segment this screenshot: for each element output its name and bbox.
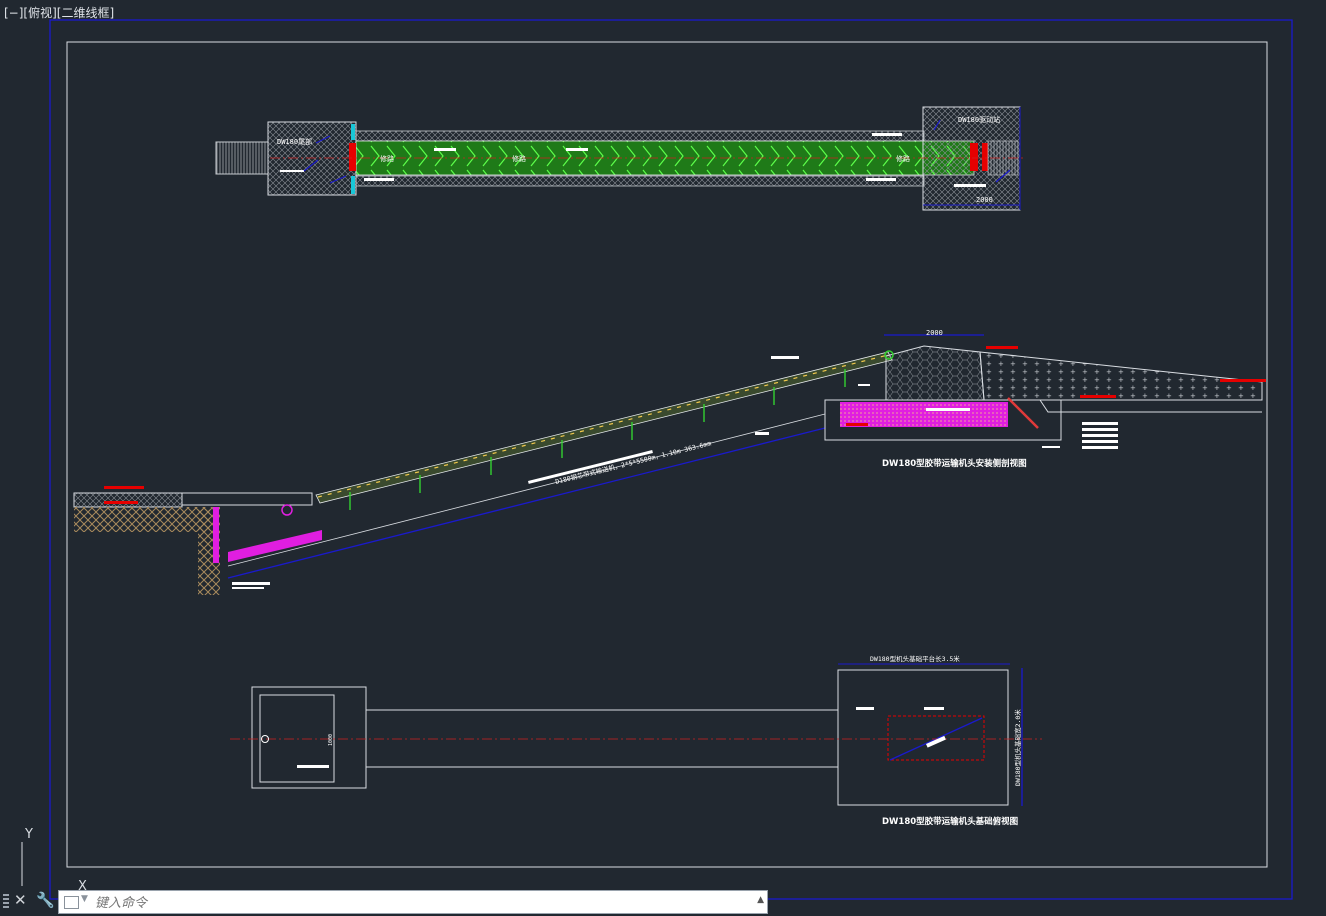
foundation-small-dim: 1000 — [328, 734, 334, 746]
soil-left — [74, 507, 210, 532]
magenta-pit — [213, 507, 219, 563]
walkway-label-1: 修路 — [380, 154, 394, 163]
command-bar-grip[interactable] — [3, 894, 9, 910]
ground-platform-left — [73, 492, 183, 508]
conveyor-belt — [355, 140, 975, 176]
tail-box — [181, 492, 313, 506]
cad-drawing-canvas[interactable]: + — [0, 0, 1326, 916]
foundation-side-note: DW180型机头基础宽2.0米 — [1013, 709, 1022, 786]
drainage-pipe — [1007, 397, 1039, 429]
foundation-plan: DW180型机头基础平台长3.5米 DW180型机头基础宽2.0米 1000 D… — [230, 654, 1042, 827]
close-icon[interactable]: ✕ — [14, 891, 27, 909]
slope-note-bar — [528, 450, 653, 484]
head-backfill — [979, 351, 1263, 401]
ground-right — [1008, 399, 1262, 413]
slope-underside — [227, 413, 826, 567]
ucs-icon: Y X — [21, 827, 87, 894]
head-structure — [885, 345, 985, 401]
command-input[interactable] — [93, 893, 727, 913]
command-input-box[interactable]: ▼ ▲ — [58, 890, 768, 914]
elevation-title: DW180型胶带运输机头安装侧剖视图 — [882, 458, 1027, 469]
foundation-title: DW180型胶带运输机头基础俯视图 — [882, 816, 1018, 827]
plan-dimension: 2000 — [976, 196, 993, 204]
head-foundation-outer — [837, 669, 1009, 806]
prompt-icon[interactable] — [64, 896, 79, 909]
ucs-y-label: Y — [24, 827, 33, 842]
tail-pit-outer — [251, 686, 367, 789]
frame-rail-top — [355, 130, 925, 142]
head-dimension: 2000 — [926, 329, 943, 337]
head-drum — [970, 143, 978, 171]
walkway-label-3: 修路 — [896, 154, 910, 163]
walkway-label-2: 修路 — [512, 154, 526, 163]
head-label: DW180驱动站 — [958, 115, 1000, 124]
elevation-view: D180钢芯带式输送机，2*5*5500m，1.10m 363.6mm 2000… — [73, 329, 1266, 595]
tail-label: DW180尾部 — [277, 137, 312, 146]
tail-grating — [215, 141, 269, 175]
chevron-up-icon[interactable]: ▲ — [757, 895, 764, 905]
cyan-bracket-2 — [351, 176, 355, 194]
cyan-bracket-1 — [351, 124, 355, 140]
sloped-conveyor — [315, 351, 893, 504]
tail-station — [267, 121, 357, 196]
chevron-down-icon[interactable]: ▼ — [81, 894, 88, 904]
tail-pit-inner — [259, 694, 335, 783]
tail-pulley — [281, 504, 293, 516]
head-foundation-inner — [887, 715, 985, 761]
wrench-icon[interactable]: 🔧 — [36, 891, 55, 909]
foundation-top-note: DW180型机头基础平台长3.5米 — [870, 654, 960, 663]
head-drum-2 — [982, 143, 988, 171]
command-bar: ✕ 🔧 ▼ ▲ — [0, 888, 770, 916]
foundation-label-ticks — [297, 707, 944, 768]
tail-drum — [349, 143, 356, 171]
frame-rail-bottom — [355, 175, 925, 187]
plan-view: DW180尾部 DW180驱动站 修路 修路 修路 2000 — [215, 106, 1025, 211]
